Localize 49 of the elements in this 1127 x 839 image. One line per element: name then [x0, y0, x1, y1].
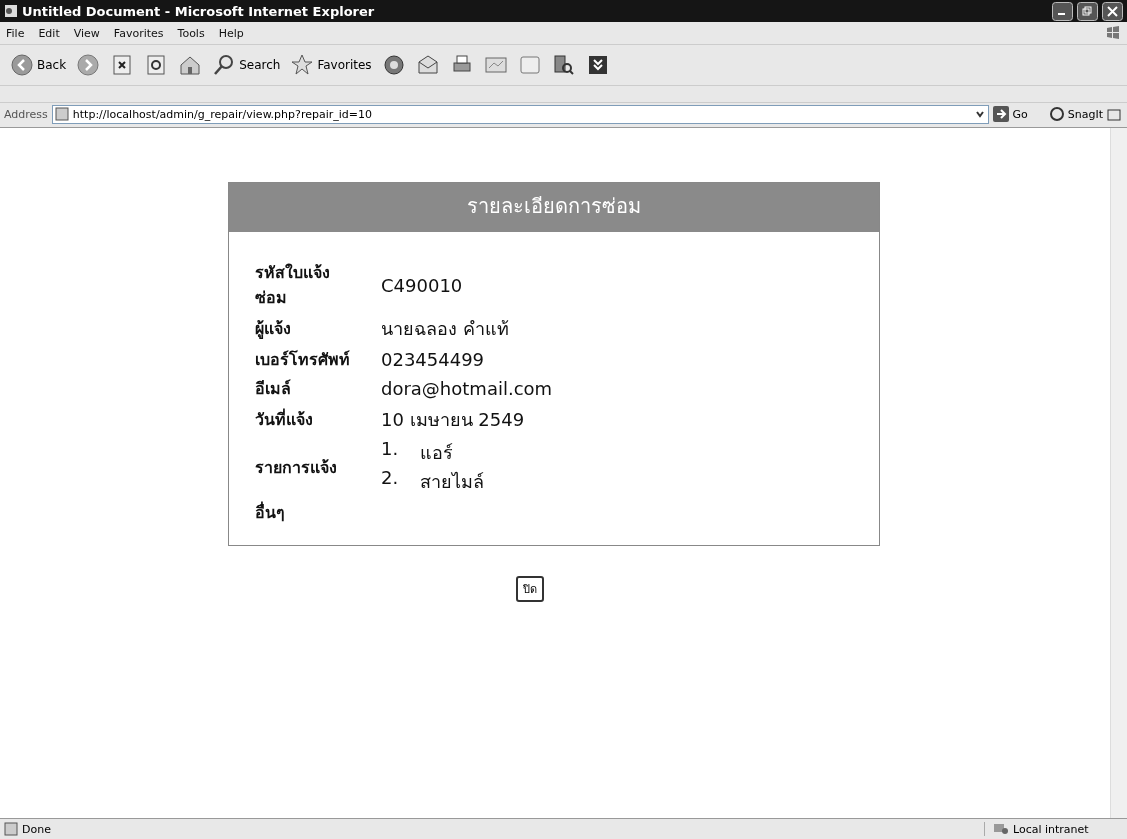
zone-text: Local intranet	[1013, 822, 1089, 836]
research-icon[interactable]	[551, 53, 576, 77]
restore-button[interactable]	[1077, 1, 1098, 21]
menu-item[interactable]: Favorites	[113, 26, 164, 40]
browser-page-icon	[4, 4, 18, 18]
field-label: วันที่แจ้ง	[255, 407, 314, 431]
address-label: Address	[4, 107, 48, 121]
field-value: 10 เมษายน 2549	[381, 408, 526, 432]
arrow-icon[interactable]	[992, 106, 1009, 122]
list-item: สายไมล์	[420, 470, 485, 494]
back-icon[interactable]	[10, 53, 34, 77]
snagit-button[interactable]: SnagIt	[1067, 107, 1103, 121]
toolbar-label[interactable]: Back	[37, 58, 67, 72]
card-title: รายละเอียดการซ่อม	[229, 183, 879, 232]
field-value: นายฉลอง คำแท้	[381, 317, 510, 341]
menu-item[interactable]: View	[73, 26, 100, 40]
scrollbar[interactable]	[1110, 128, 1127, 818]
close-button[interactable]: ปิด	[516, 576, 544, 602]
field-label: เบอร์โทรศัพท์	[255, 349, 351, 371]
menu-item[interactable]: Help	[218, 26, 244, 40]
field-value: dora@hotmail.com	[381, 378, 554, 399]
toolbar-label[interactable]: Favorites	[317, 58, 372, 72]
page-icon	[54, 107, 69, 121]
windows-logo-icon	[1105, 25, 1121, 41]
field-label: รหัสใบแจ้งซ่อม	[255, 262, 331, 309]
field-label: รายการแจ้ง	[255, 456, 338, 479]
status-text: Done	[22, 822, 52, 836]
menu-item[interactable]: File	[6, 26, 25, 40]
toolbar-label[interactable]: Search	[239, 58, 281, 72]
close-button[interactable]	[1102, 1, 1123, 21]
address-field[interactable]: http://localhost/admin/g_repair/view.php?repair_id=10	[51, 104, 989, 124]
favorites-icon[interactable]	[290, 53, 315, 77]
menu-item[interactable]: Edit	[38, 26, 60, 40]
page-icon	[4, 822, 18, 836]
minimize-button[interactable]	[1052, 1, 1073, 21]
list-number: 1.	[381, 438, 399, 461]
window-title: Untitled Document - Microsoft Internet Explorer	[22, 3, 376, 19]
field-value: 023454499	[381, 349, 486, 370]
list-number: 2.	[381, 467, 399, 490]
menu-item[interactable]: Tools	[177, 26, 205, 40]
field-label: ผู้แจ้ง	[255, 318, 292, 341]
field-label: อีเมล์	[255, 378, 292, 400]
forward-icon[interactable]	[76, 53, 101, 77]
field-label: อื่นๆ	[255, 500, 286, 524]
list-item: แอร์	[420, 441, 454, 465]
mail-icon[interactable]	[415, 53, 440, 77]
go-button[interactable]: Go	[1012, 107, 1028, 121]
field-value: C490010	[381, 274, 464, 296]
intranet-icon	[993, 822, 1009, 836]
